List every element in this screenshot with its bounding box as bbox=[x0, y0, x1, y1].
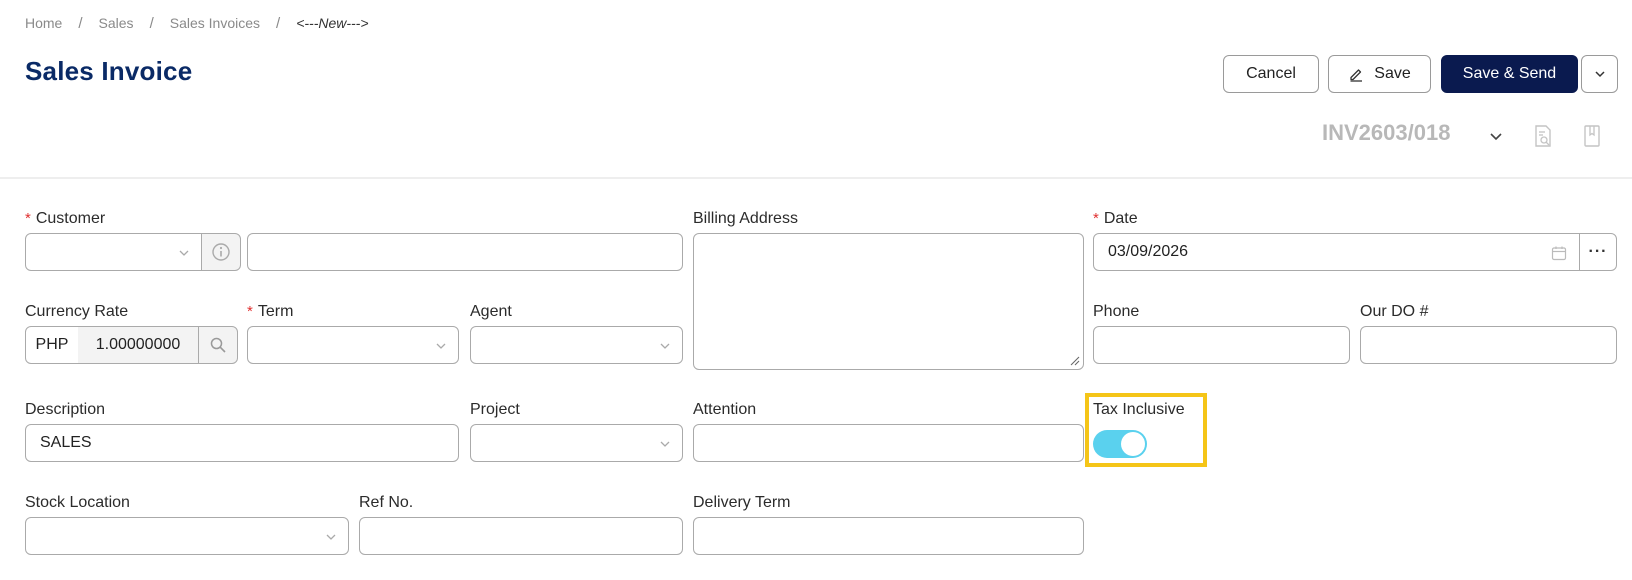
customer-info-button[interactable] bbox=[201, 233, 241, 271]
chevron-down-icon bbox=[1594, 71, 1605, 78]
page-title: Sales Invoice bbox=[25, 56, 193, 86]
our-do-field[interactable] bbox=[1360, 326, 1617, 364]
description-field[interactable]: SALES bbox=[25, 424, 459, 462]
calendar-icon[interactable] bbox=[1551, 245, 1567, 261]
bookmark-icon[interactable] bbox=[1583, 125, 1601, 147]
chevron-down-icon bbox=[179, 250, 189, 256]
resize-grip-icon[interactable] bbox=[1069, 355, 1080, 366]
save-button[interactable]: Save bbox=[1328, 55, 1431, 93]
chevron-down-icon bbox=[660, 343, 670, 349]
delivery-term-field[interactable] bbox=[693, 517, 1084, 555]
ref-no-label: Ref No. bbox=[359, 494, 414, 511]
date-field[interactable]: 03/09/2026 bbox=[1093, 233, 1580, 271]
currency-rate-label: Currency Rate bbox=[25, 303, 129, 320]
delivery-term-label: Delivery Term bbox=[693, 494, 791, 511]
customer-label: * Customer bbox=[25, 210, 106, 227]
currency-search-button[interactable] bbox=[198, 326, 238, 364]
header-divider bbox=[0, 177, 1632, 179]
attention-label: Attention bbox=[693, 401, 757, 418]
customer-select[interactable] bbox=[25, 233, 202, 271]
term-select[interactable] bbox=[247, 326, 459, 364]
cancel-button[interactable]: Cancel bbox=[1223, 55, 1319, 93]
term-label: * Term bbox=[247, 303, 294, 320]
breadcrumb-home[interactable]: Home bbox=[25, 15, 62, 31]
breadcrumb: Home / Sales / Sales Invoices / <---New-… bbox=[25, 14, 369, 32]
agent-label: Agent bbox=[470, 303, 512, 320]
breadcrumb-separator: / bbox=[78, 14, 83, 32]
required-marker: * bbox=[247, 303, 253, 320]
breadcrumb-sales[interactable]: Sales bbox=[99, 15, 134, 31]
breadcrumb-separator: / bbox=[276, 14, 281, 32]
stock-location-select[interactable] bbox=[25, 517, 349, 555]
billing-address-textarea[interactable] bbox=[693, 233, 1084, 370]
customer-name-field[interactable] bbox=[247, 233, 683, 271]
phone-field[interactable] bbox=[1093, 326, 1350, 364]
required-marker: * bbox=[25, 210, 31, 227]
agent-select[interactable] bbox=[470, 326, 683, 364]
chevron-down-icon bbox=[436, 343, 446, 349]
date-value: 03/09/2026 bbox=[1108, 243, 1189, 260]
phone-label: Phone bbox=[1093, 303, 1140, 320]
attention-field[interactable] bbox=[693, 424, 1084, 462]
breadcrumb-current: <---New---> bbox=[296, 15, 369, 31]
currency-rate-field[interactable]: 1.00000000 bbox=[78, 326, 199, 364]
save-button-label: Save bbox=[1374, 65, 1411, 82]
date-label: * Date bbox=[1093, 210, 1138, 227]
project-label: Project bbox=[470, 401, 520, 418]
billing-address-label: Billing Address bbox=[693, 210, 798, 227]
breadcrumb-separator: / bbox=[149, 14, 154, 32]
info-icon bbox=[212, 243, 230, 261]
project-select[interactable] bbox=[470, 424, 683, 462]
more-actions-button[interactable] bbox=[1581, 55, 1618, 93]
document-preview-icon[interactable] bbox=[1533, 125, 1553, 147]
chevron-down-icon bbox=[660, 441, 670, 447]
date-more-button[interactable]: ··· bbox=[1579, 233, 1617, 271]
breadcrumb-sales-invoices[interactable]: Sales Invoices bbox=[170, 15, 260, 31]
tax-inclusive-toggle[interactable] bbox=[1093, 430, 1147, 458]
search-icon bbox=[210, 337, 226, 353]
required-marker: * bbox=[1093, 210, 1099, 227]
save-and-send-button[interactable]: Save & Send bbox=[1441, 55, 1578, 93]
pencil-icon bbox=[1350, 69, 1363, 82]
ref-no-field[interactable] bbox=[359, 517, 683, 555]
toggle-knob bbox=[1121, 432, 1145, 456]
document-number: INV2603/018 bbox=[1322, 120, 1451, 145]
chevron-down-icon bbox=[326, 534, 336, 540]
stock-location-label: Stock Location bbox=[25, 494, 130, 511]
currency-code-field[interactable]: PHP bbox=[25, 326, 79, 364]
description-label: Description bbox=[25, 401, 106, 418]
our-do-label: Our DO # bbox=[1360, 303, 1429, 320]
document-chevron-down-icon[interactable] bbox=[1488, 128, 1504, 144]
